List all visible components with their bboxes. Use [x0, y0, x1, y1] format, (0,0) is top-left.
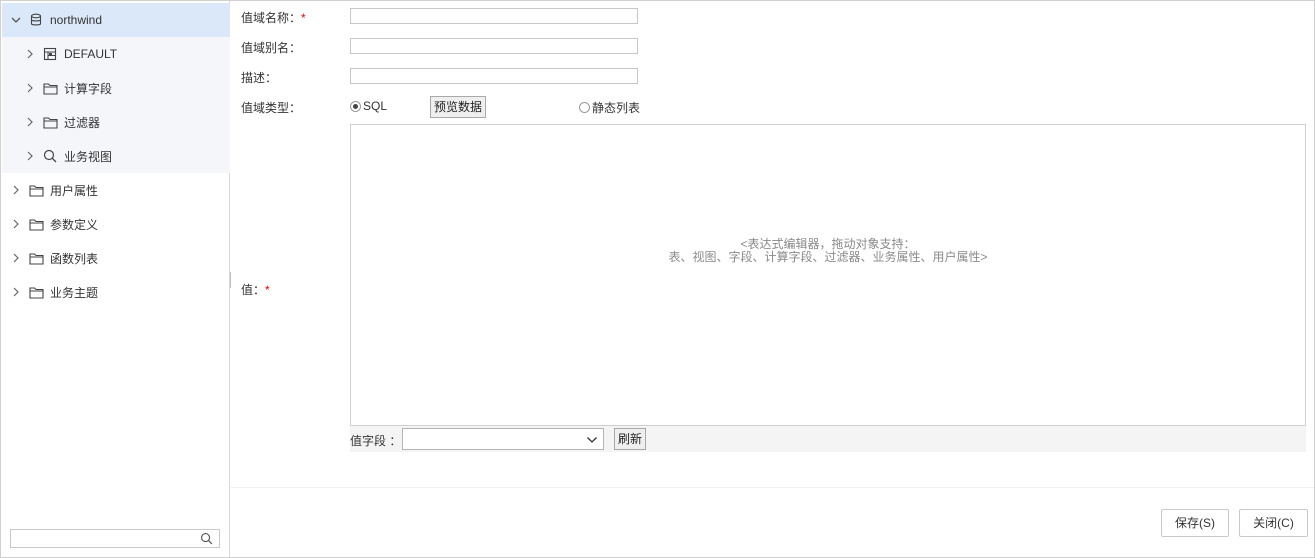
tree-item-filters[interactable]: 过滤器	[2, 105, 230, 139]
tree-item-label: 过滤器	[64, 115, 101, 130]
tree-search-input[interactable]	[11, 530, 196, 547]
tree-item-label: 业务主题	[50, 285, 99, 300]
chevron-right-icon[interactable]	[24, 48, 36, 60]
type-radio-static-label: 静态列表	[592, 101, 641, 115]
expression-editor-placeholder: <表达式编辑器，拖动对象支持： 表、视图、字段、计算字段、过滤器、业务属性、用户…	[351, 238, 1305, 264]
tree-item-default[interactable]: DEFAULT	[2, 37, 230, 71]
search-icon[interactable]	[200, 532, 214, 546]
save-button[interactable]: 保存(S)	[1161, 509, 1229, 537]
tree-search-box	[10, 529, 220, 548]
domain-form: 值域名称：* 值域别名： 描述： 值域类型： SQL 预览数据 静态列表 值：*…	[231, 0, 1315, 487]
required-mark: *	[265, 283, 270, 297]
chevron-right-icon[interactable]	[24, 116, 36, 128]
folder-icon	[28, 182, 44, 198]
chevron-down-icon[interactable]	[10, 14, 22, 26]
radio-selected-icon[interactable]	[350, 100, 361, 112]
search-icon	[42, 148, 58, 164]
tree-item-label: 函数列表	[50, 251, 99, 266]
tree-item-business-topics[interactable]: 业务主题	[2, 275, 230, 309]
chevron-right-icon[interactable]	[24, 150, 36, 162]
chevron-right-icon[interactable]	[24, 82, 36, 94]
tree-item-label: northwind	[50, 13, 103, 27]
chevron-right-icon[interactable]	[10, 252, 22, 264]
tree-item-label: 计算字段	[64, 81, 113, 96]
name-input[interactable]	[350, 8, 638, 24]
description-label: 描述：	[241, 71, 278, 85]
chevron-down-icon[interactable]	[586, 434, 598, 446]
required-mark: *	[301, 11, 306, 25]
radio-unselected-icon[interactable]	[579, 102, 590, 113]
name-label: 值域名称：*	[241, 11, 306, 25]
close-button[interactable]: 关闭(C)	[1239, 509, 1308, 537]
tree-item-label: 用户属性	[50, 183, 99, 198]
description-input[interactable]	[350, 68, 638, 84]
value-field-label: 值字段 ：	[350, 434, 402, 448]
type-radio-static-list[interactable]: 静态列表	[579, 99, 640, 116]
alias-input[interactable]	[350, 38, 638, 54]
value-field-bar: 值字段 ： 刷新	[350, 426, 1306, 452]
tree-item-label: 业务视图	[64, 149, 113, 164]
placeholder-line-2: 表、视图、字段、计算字段、过滤器、业务属性、用户属性>	[668, 250, 988, 264]
chevron-right-icon[interactable]	[10, 286, 22, 298]
tree-item-parameter-definitions[interactable]: 参数定义	[2, 207, 230, 241]
database-icon	[28, 12, 44, 28]
folder-icon	[28, 250, 44, 266]
tree-item-business-views[interactable]: 业务视图	[2, 139, 230, 173]
chevron-right-icon[interactable]	[10, 184, 22, 196]
refresh-button[interactable]: 刷新	[614, 428, 647, 450]
folder-icon	[28, 216, 44, 232]
tree-item-calculated-fields[interactable]: 计算字段	[2, 71, 230, 105]
tree-item-function-list[interactable]: 函数列表	[2, 241, 230, 275]
type-radio-sql[interactable]: SQL	[350, 99, 387, 113]
dialog-footer: 保存(S) 关闭(C)	[231, 487, 1315, 558]
tree-item-label: DEFAULT	[64, 47, 118, 61]
folder-icon	[42, 80, 58, 96]
type-radio-sql-label: SQL	[363, 99, 388, 113]
expression-editor[interactable]: <表达式编辑器，拖动对象支持： 表、视图、字段、计算字段、过滤器、业务属性、用户…	[350, 124, 1306, 426]
folder-icon	[42, 114, 58, 130]
preview-data-button[interactable]: 预览数据	[430, 96, 487, 118]
type-label: 值域类型：	[241, 101, 302, 115]
folder-icon	[28, 284, 44, 300]
sidebar-tree: northwind DEFAULT 计算字段 过滤器 业务视图 用户属性 参数定…	[0, 0, 230, 558]
value-label: 值：*	[241, 283, 270, 297]
alias-label: 值域别名：	[241, 41, 302, 55]
schema-icon	[42, 46, 58, 62]
chevron-right-icon[interactable]	[10, 218, 22, 230]
tree-item-label: 参数定义	[50, 217, 99, 232]
tree-item-northwind[interactable]: northwind	[2, 3, 230, 37]
value-field-select[interactable]	[402, 428, 604, 450]
tree-item-user-attributes[interactable]: 用户属性	[2, 173, 230, 207]
